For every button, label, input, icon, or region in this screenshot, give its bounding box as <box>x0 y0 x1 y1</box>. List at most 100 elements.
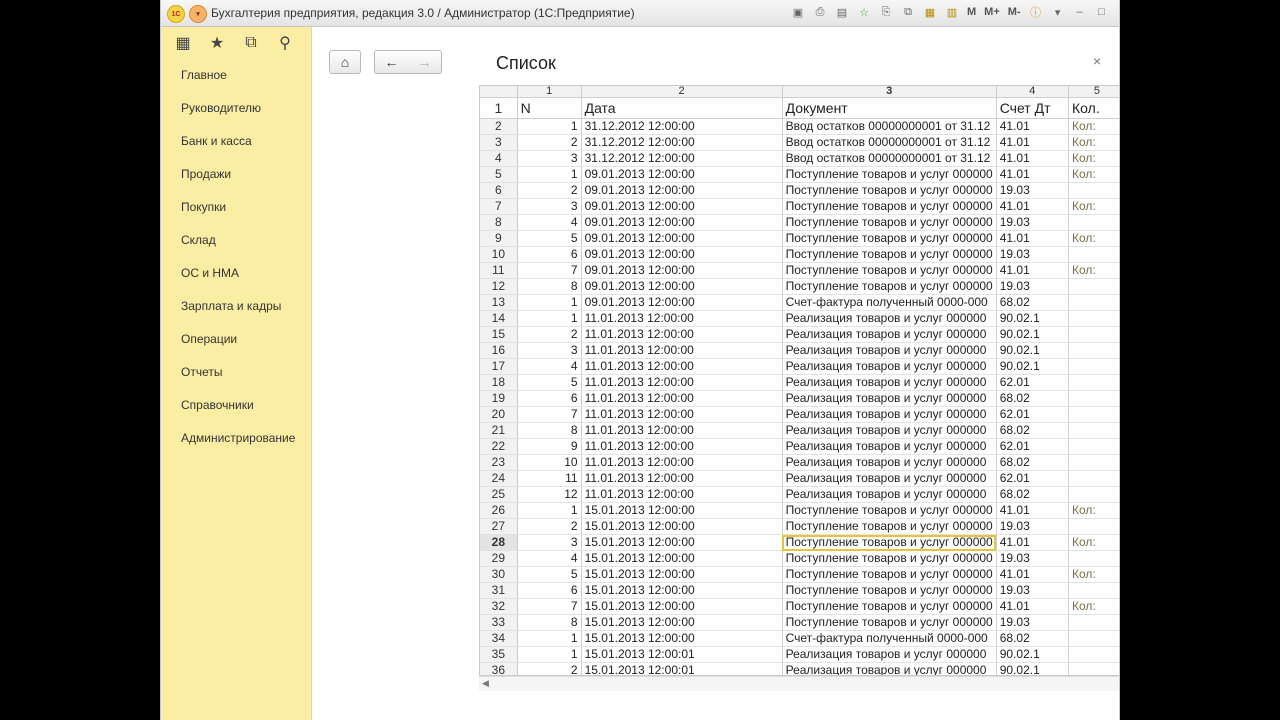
cell-date[interactable]: 11.01.2013 12:00:00 <box>581 310 783 327</box>
cell-acc[interactable]: 90.02.1 <box>996 646 1070 663</box>
maximize-icon[interactable]: □ <box>1094 4 1110 20</box>
sidebar-item[interactable]: Зарплата и кадры <box>161 290 311 323</box>
nav-back-forward[interactable]: ← → <box>374 50 442 74</box>
cell-kol[interactable] <box>1068 294 1119 311</box>
cell-kol[interactable] <box>1068 630 1119 647</box>
table-row[interactable]: 30 5 15.01.2013 12:00:00 Поступление товаро… <box>480 566 1119 583</box>
row-number[interactable]: 6 <box>480 182 518 199</box>
table-row[interactable]: 13 1 09.01.2013 12:00:00 Счет-фактура получ… <box>480 294 1119 311</box>
table-row[interactable]: 33 8 15.01.2013 12:00:00 Поступление товаро… <box>480 614 1119 631</box>
cell-doc[interactable]: Реализация товаров и услуг 000000 <box>782 326 997 343</box>
sidebar-item[interactable]: Главное <box>161 59 311 92</box>
cell-doc[interactable]: Реализация товаров и услуг 000000 <box>782 406 997 423</box>
cell-n[interactable]: 1 <box>517 166 582 183</box>
row-number[interactable]: 36 <box>480 662 518 675</box>
table-row[interactable]: 16 3 11.01.2013 12:00:00 Реализация товаров… <box>480 342 1119 359</box>
table-row[interactable]: 22 9 11.01.2013 12:00:00 Реализация товаров… <box>480 438 1119 455</box>
table-row[interactable]: 29 4 15.01.2013 12:00:00 Поступление товаро… <box>480 550 1119 567</box>
cell-n[interactable]: 3 <box>517 534 582 551</box>
row-number[interactable]: 15 <box>480 326 518 343</box>
row-number[interactable]: 16 <box>480 342 518 359</box>
cell-date[interactable]: 09.01.2013 12:00:00 <box>581 230 783 247</box>
cell-kol[interactable] <box>1068 438 1119 455</box>
cell-kol[interactable] <box>1068 422 1119 439</box>
cell-acc[interactable]: 68.02 <box>996 390 1070 407</box>
cell-kol[interactable]: Кол: <box>1068 134 1119 151</box>
cell-kol[interactable]: Кол: <box>1068 198 1119 215</box>
column-number[interactable]: 5 <box>1068 86 1119 98</box>
cell-date[interactable]: 31.12.2012 12:00:00 <box>581 134 783 151</box>
cell-date[interactable]: 31.12.2012 12:00:00 <box>581 150 783 167</box>
row-number[interactable]: 31 <box>480 582 518 599</box>
cell-doc[interactable]: Реализация товаров и услуг 000000 <box>782 390 997 407</box>
cell-kol[interactable] <box>1068 182 1119 199</box>
cell-date[interactable]: 09.01.2013 12:00:00 <box>581 246 783 263</box>
cell-kol[interactable] <box>1068 406 1119 423</box>
cell-n[interactable]: 4 <box>517 214 582 231</box>
column-header[interactable]: N <box>517 97 582 119</box>
cell-acc[interactable]: 68.02 <box>996 486 1070 503</box>
cell-n[interactable]: 6 <box>517 582 582 599</box>
table-row[interactable]: 20 7 11.01.2013 12:00:00 Реализация товаров… <box>480 406 1119 423</box>
cell-doc[interactable]: Ввод остатков 00000000001 от 31.12 <box>782 134 997 151</box>
sidebar-item[interactable]: Склад <box>161 224 311 257</box>
cell-kol[interactable] <box>1068 390 1119 407</box>
table-row[interactable]: 36 2 15.01.2013 12:00:01 Реализация товаров… <box>480 662 1119 675</box>
row-number[interactable]: 4 <box>480 150 518 167</box>
cell-kol[interactable]: Кол: <box>1068 598 1119 615</box>
row-number[interactable]: 25 <box>480 486 518 503</box>
horizontal-scrollbar[interactable]: ◀ ▶ <box>479 676 1119 691</box>
cell-doc[interactable]: Ввод остатков 00000000001 от 31.12 <box>782 150 997 167</box>
save-icon[interactable]: ▣ <box>790 4 806 20</box>
forward-arrow-icon[interactable]: → <box>418 54 432 70</box>
cell-doc[interactable]: Реализация товаров и услуг 000000 <box>782 438 997 455</box>
cell-n[interactable]: 5 <box>517 566 582 583</box>
cell-acc[interactable]: 41.01 <box>996 262 1070 279</box>
cell-doc[interactable]: Поступление товаров и услуг 000000 <box>782 182 997 199</box>
cell-n[interactable]: 6 <box>517 246 582 263</box>
cell-date[interactable]: 09.01.2013 12:00:00 <box>581 278 783 295</box>
cell-kol[interactable]: Кол: <box>1068 118 1119 135</box>
cell-doc[interactable]: Счет-фактура полученный 0000-000 <box>782 630 997 647</box>
cell-kol[interactable] <box>1068 486 1119 503</box>
table-row[interactable]: 15 2 11.01.2013 12:00:00 Реализация товаров… <box>480 326 1119 343</box>
cell-date[interactable]: 11.01.2013 12:00:00 <box>581 454 783 471</box>
history-icon[interactable]: ⧉ <box>241 34 261 52</box>
column-header[interactable]: Документ <box>782 97 997 119</box>
cell-acc[interactable]: 19.03 <box>996 214 1070 231</box>
cell-kol[interactable] <box>1068 470 1119 487</box>
cell-doc[interactable]: Поступление товаров и услуг 000000 <box>782 550 997 567</box>
row-number[interactable]: 28 <box>480 534 518 551</box>
cell-acc[interactable]: 19.03 <box>996 518 1070 535</box>
column-number[interactable]: 1 <box>517 86 582 98</box>
spreadsheet-grid[interactable]: 1234561NДатаДокументСчет ДтКол.Количеств… <box>479 85 1119 676</box>
minimize-icon[interactable]: – <box>1072 4 1088 20</box>
cell-doc[interactable]: Реализация товаров и услуг 000000 <box>782 646 997 663</box>
cell-n[interactable]: 3 <box>517 198 582 215</box>
row-number[interactable]: 27 <box>480 518 518 535</box>
favorite-icon[interactable]: ☆ <box>856 4 872 20</box>
row-number[interactable]: 21 <box>480 422 518 439</box>
memory-button[interactable]: M <box>967 6 976 18</box>
table-row[interactable]: 25 12 11.01.2013 12:00:00 Реализация товаро… <box>480 486 1119 503</box>
row-number[interactable]: 23 <box>480 454 518 471</box>
cell-acc[interactable]: 62.01 <box>996 438 1070 455</box>
cell-acc[interactable]: 41.01 <box>996 502 1070 519</box>
link-icon[interactable]: ⎘ <box>878 4 894 20</box>
cell-acc[interactable]: 62.01 <box>996 406 1070 423</box>
cell-kol[interactable]: Кол: <box>1068 230 1119 247</box>
cell-acc[interactable]: 41.01 <box>996 598 1070 615</box>
cell-acc[interactable]: 41.01 <box>996 534 1070 551</box>
column-number[interactable]: 3 <box>782 86 997 98</box>
close-tab-button[interactable]: × <box>1093 53 1101 69</box>
favorites-star-icon[interactable]: ★ <box>207 33 227 53</box>
cell-n[interactable]: 3 <box>517 342 582 359</box>
table-row[interactable]: 28 3 15.01.2013 12:00:00 Поступление товаро… <box>480 534 1119 551</box>
cell-n[interactable]: 2 <box>517 134 582 151</box>
cell-acc[interactable]: 90.02.1 <box>996 342 1070 359</box>
cell-n[interactable]: 6 <box>517 390 582 407</box>
row-number[interactable]: 14 <box>480 310 518 327</box>
table-row[interactable]: 7 3 09.01.2013 12:00:00 Поступление товаров… <box>480 198 1119 215</box>
row-number[interactable]: 32 <box>480 598 518 615</box>
table-row[interactable]: 19 6 11.01.2013 12:00:00 Реализация товаров… <box>480 390 1119 407</box>
